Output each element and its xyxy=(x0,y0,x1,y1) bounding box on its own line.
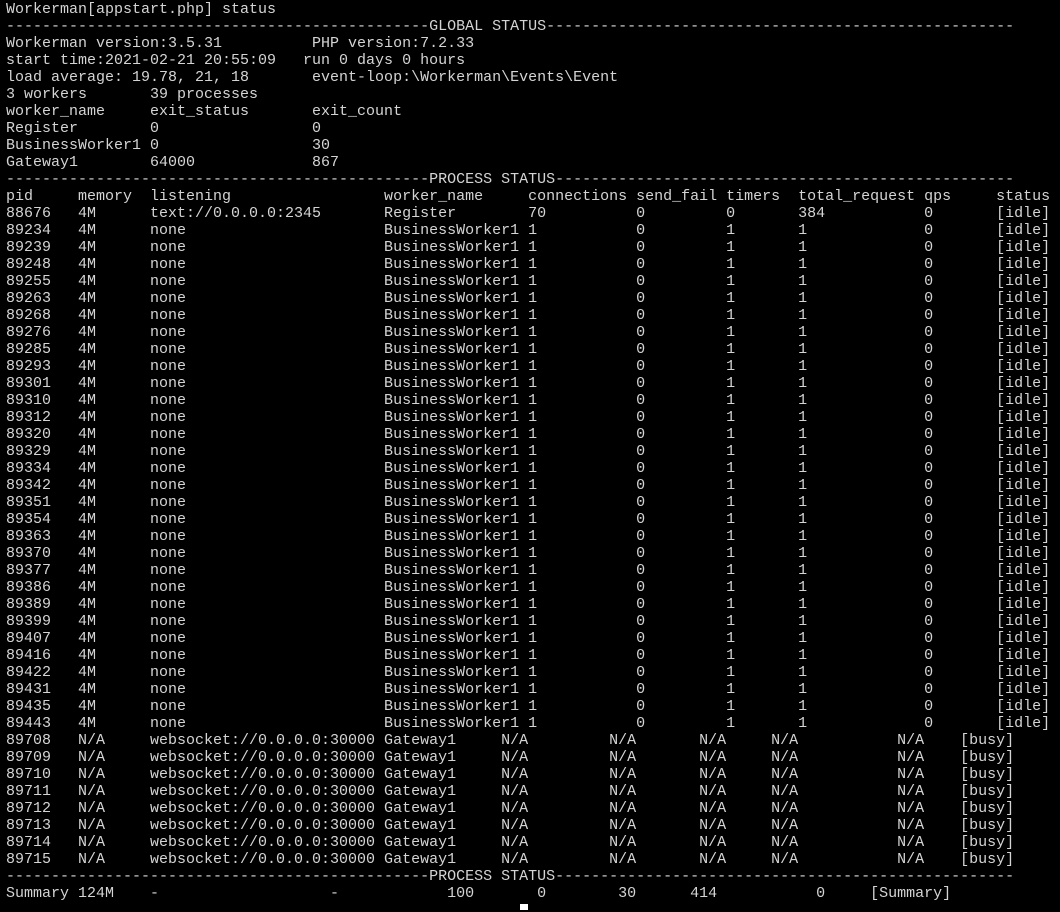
terminal-line: 89416 4M none BusinessWorker1 1 0 1 1 0 … xyxy=(6,647,1051,664)
terminal-line: worker_name exit_status exit_count xyxy=(6,103,403,120)
terminal-line: ----------------------------------------… xyxy=(6,18,1015,35)
terminal-line: Register 0 0 xyxy=(6,120,322,137)
terminal-line: ----------------------------------------… xyxy=(6,171,1015,188)
terminal-line: 89363 4M none BusinessWorker1 1 0 1 1 0 … xyxy=(6,528,1051,545)
terminal-line: 89351 4M none BusinessWorker1 1 0 1 1 0 … xyxy=(6,494,1051,511)
terminal-line: 89386 4M none BusinessWorker1 1 0 1 1 0 … xyxy=(6,579,1051,596)
terminal-line: 89248 4M none BusinessWorker1 1 0 1 1 0 … xyxy=(6,256,1051,273)
terminal-line: 89263 4M none BusinessWorker1 1 0 1 1 0 … xyxy=(6,290,1051,307)
terminal-line: 89370 4M none BusinessWorker1 1 0 1 1 0 … xyxy=(6,545,1051,562)
terminal-line: ----------------------------------------… xyxy=(6,868,1015,885)
terminal-line: 89715 N/A websocket://0.0.0.0:30000 Gate… xyxy=(6,851,1015,868)
terminal-line: 89422 4M none BusinessWorker1 1 0 1 1 0 … xyxy=(6,664,1051,681)
terminal-line: 89711 N/A websocket://0.0.0.0:30000 Gate… xyxy=(6,783,1015,800)
terminal-line: Workerman[appstart.php] status xyxy=(6,1,277,18)
terminal-line: 89712 N/A websocket://0.0.0.0:30000 Gate… xyxy=(6,800,1015,817)
terminal-line: 89255 4M none BusinessWorker1 1 0 1 1 0 … xyxy=(6,273,1051,290)
terminal-line: load average: 19.78, 21, 18 event-loop:\… xyxy=(6,69,619,86)
terminal-line: 89234 4M none BusinessWorker1 1 0 1 1 0 … xyxy=(6,222,1051,239)
terminal-line: 89329 4M none BusinessWorker1 1 0 1 1 0 … xyxy=(6,443,1051,460)
terminal-line: 89710 N/A websocket://0.0.0.0:30000 Gate… xyxy=(6,766,1015,783)
terminal-line: 89407 4M none BusinessWorker1 1 0 1 1 0 … xyxy=(6,630,1051,647)
terminal-line: 89713 N/A websocket://0.0.0.0:30000 Gate… xyxy=(6,817,1015,834)
terminal-line: 89399 4M none BusinessWorker1 1 0 1 1 0 … xyxy=(6,613,1051,630)
terminal-line: 89334 4M none BusinessWorker1 1 0 1 1 0 … xyxy=(6,460,1051,477)
terminal-line: start time:2021-02-21 20:55:09 run 0 day… xyxy=(6,52,466,69)
terminal-line: 89301 4M none BusinessWorker1 1 0 1 1 0 … xyxy=(6,375,1051,392)
terminal-line: 89312 4M none BusinessWorker1 1 0 1 1 0 … xyxy=(6,409,1051,426)
terminal-line: 89354 4M none BusinessWorker1 1 0 1 1 0 … xyxy=(6,511,1051,528)
terminal-line: 89276 4M none BusinessWorker1 1 0 1 1 0 … xyxy=(6,324,1051,341)
terminal-line: 89285 4M none BusinessWorker1 1 0 1 1 0 … xyxy=(6,341,1051,358)
terminal-line: 89239 4M none BusinessWorker1 1 0 1 1 0 … xyxy=(6,239,1051,256)
terminal-line: 89268 4M none BusinessWorker1 1 0 1 1 0 … xyxy=(6,307,1051,324)
terminal-line: 89435 4M none BusinessWorker1 1 0 1 1 0 … xyxy=(6,698,1051,715)
terminal-line: BusinessWorker1 0 30 xyxy=(6,137,331,154)
terminal-line: Summary 124M - - 100 0 30 414 0 [Summary… xyxy=(6,885,952,902)
terminal-line: 89377 4M none BusinessWorker1 1 0 1 1 0 … xyxy=(6,562,1051,579)
terminal-line: 89709 N/A websocket://0.0.0.0:30000 Gate… xyxy=(6,749,1015,766)
terminal-line: 89293 4M none BusinessWorker1 1 0 1 1 0 … xyxy=(6,358,1051,375)
terminal-line: 89708 N/A websocket://0.0.0.0:30000 Gate… xyxy=(6,732,1015,749)
terminal-line: 89320 4M none BusinessWorker1 1 0 1 1 0 … xyxy=(6,426,1051,443)
terminal-line: 89714 N/A websocket://0.0.0.0:30000 Gate… xyxy=(6,834,1015,851)
terminal-line: 89310 4M none BusinessWorker1 1 0 1 1 0 … xyxy=(6,392,1051,409)
terminal-line: pid memory listening worker_name connect… xyxy=(6,188,1051,205)
terminal-window[interactable]: Workerman[appstart.php] status ----------… xyxy=(0,0,1060,912)
terminal-line: 3 workers 39 processes xyxy=(6,86,259,103)
terminal-line: 88676 4M text://0.0.0.0:2345 Register 70… xyxy=(6,205,1051,222)
terminal-line: 89431 4M none BusinessWorker1 1 0 1 1 0 … xyxy=(6,681,1051,698)
terminal-line: 89389 4M none BusinessWorker1 1 0 1 1 0 … xyxy=(6,596,1051,613)
terminal-line: 89443 4M none BusinessWorker1 1 0 1 1 0 … xyxy=(6,715,1051,732)
terminal-cursor xyxy=(520,904,528,910)
terminal-line: 89342 4M none BusinessWorker1 1 0 1 1 0 … xyxy=(6,477,1051,494)
terminal-line: Gateway1 64000 867 xyxy=(6,154,340,171)
terminal-line: Workerman version:3.5.31 PHP version:7.2… xyxy=(6,35,475,52)
